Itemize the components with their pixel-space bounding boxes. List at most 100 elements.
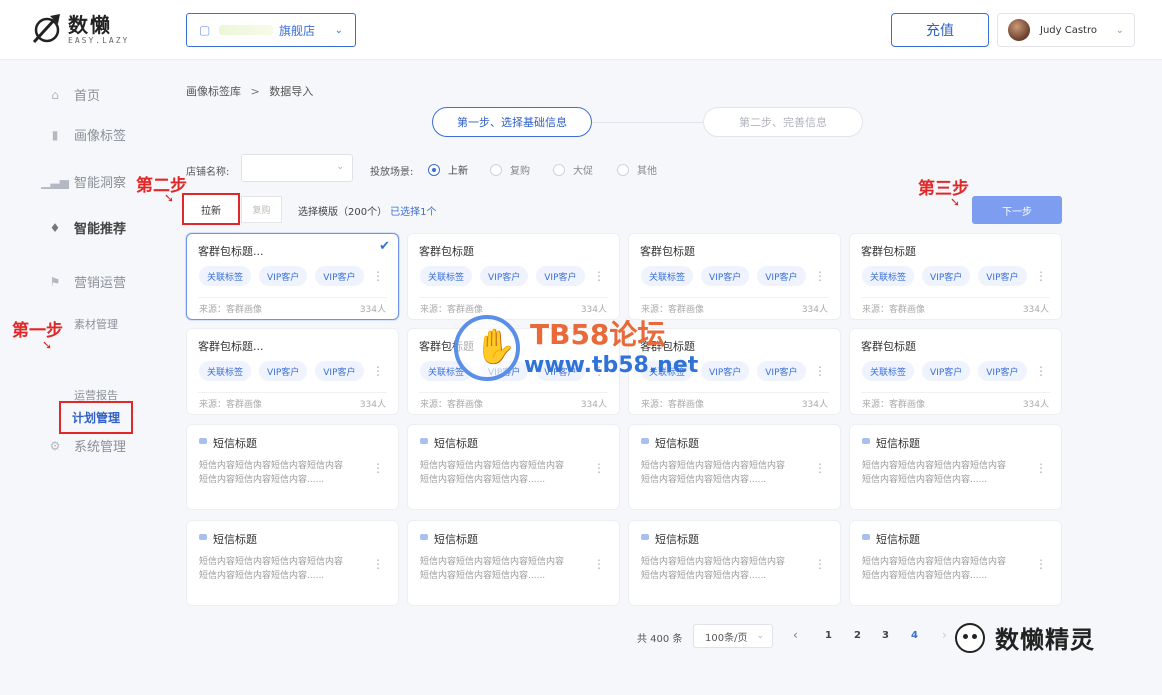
template-count: 选择模版（200个） 已选择1个 bbox=[298, 203, 436, 218]
crowd-card[interactable]: 客群包标题 关联标签 VIP客户 VIP客户 ⋮ 来源：客群画像 334人 bbox=[628, 328, 841, 415]
page-3[interactable]: 3 bbox=[882, 630, 889, 641]
page-1[interactable]: 1 bbox=[825, 630, 832, 641]
thumbs-up-icon: ♦ bbox=[49, 220, 61, 235]
sms-card[interactable]: 短信标题 短信内容短信内容短信内容短信内容 短信内容短信内容短信内容...... … bbox=[628, 424, 841, 510]
breadcrumb: 画像标签库 > 数据导入 bbox=[186, 83, 313, 99]
message-icon bbox=[199, 438, 207, 444]
sms-body: 短信内容短信内容短信内容短信内容 短信内容短信内容短信内容...... bbox=[641, 557, 786, 581]
recharge-button[interactable]: 充值 bbox=[891, 13, 989, 47]
tab-repurchase[interactable]: 复购 bbox=[241, 196, 282, 223]
sms-body: 短信内容短信内容短信内容短信内容 短信内容短信内容短信内容...... bbox=[420, 557, 565, 581]
more-vertical-icon[interactable]: ⋮ bbox=[593, 557, 605, 571]
scene-label: 投放场景: bbox=[370, 167, 414, 178]
prev-page-icon[interactable]: ‹ bbox=[793, 628, 798, 642]
tag: 关联标签 bbox=[199, 266, 252, 286]
card-title: 客群包标题 bbox=[419, 245, 474, 258]
card-count: 334人 bbox=[801, 305, 828, 315]
template-selected-count[interactable]: 已选择1个 bbox=[390, 207, 436, 218]
user-menu[interactable]: Judy Castro ⌄ bbox=[997, 13, 1135, 47]
radio-label: 上新 bbox=[448, 166, 468, 177]
scene-radio-new[interactable]: 上新 bbox=[428, 162, 468, 177]
avatar bbox=[1008, 19, 1030, 41]
sidebar-item-system[interactable]: ⚙ 系统管理 bbox=[48, 436, 126, 456]
scene-radio-other[interactable]: 其他 bbox=[617, 162, 657, 177]
card-title: 客群包标题... bbox=[198, 340, 264, 353]
step-complete-info[interactable]: 第二步、完善信息 bbox=[703, 107, 863, 137]
more-vertical-icon[interactable]: ⋮ bbox=[372, 461, 384, 475]
breadcrumb-separator: > bbox=[250, 85, 260, 98]
radio-label: 大促 bbox=[573, 166, 593, 177]
breadcrumb-root[interactable]: 画像标签库 bbox=[186, 85, 241, 98]
page-4[interactable]: 4 bbox=[911, 630, 918, 641]
more-vertical-icon[interactable]: ⋮ bbox=[814, 461, 826, 475]
tab-acquisition[interactable]: 拉新 bbox=[182, 193, 240, 225]
sidebar-item-recommend[interactable]: ♦ 智能推荐 bbox=[48, 218, 126, 238]
sidebar-sub-material[interactable]: 素材管理 bbox=[74, 316, 118, 332]
store-select[interactable]: ▢ 旗舰店 ⌄ bbox=[186, 13, 356, 47]
scene-radio-repurchase[interactable]: 复购 bbox=[490, 162, 530, 177]
crowd-card[interactable]: 客群包标题 关联标签 VIP客户 VIP客户 ⋮ 来源：客群画像 334人 bbox=[849, 328, 1062, 415]
more-vertical-icon[interactable]: ⋮ bbox=[1035, 364, 1047, 378]
more-vertical-icon[interactable]: ⋮ bbox=[593, 269, 605, 283]
tag: VIP客户 bbox=[978, 266, 1027, 286]
card-title: 客群包标题... bbox=[198, 245, 264, 258]
sms-card[interactable]: 短信标题 短信内容短信内容短信内容短信内容 短信内容短信内容短信内容...... … bbox=[186, 520, 399, 606]
chevron-down-icon: ⌄ bbox=[1115, 24, 1124, 36]
more-vertical-icon[interactable]: ⋮ bbox=[372, 557, 384, 571]
message-icon bbox=[420, 534, 428, 540]
card-count: 334人 bbox=[1022, 400, 1049, 410]
more-vertical-icon[interactable]: ⋮ bbox=[593, 364, 605, 378]
crowd-card[interactable]: 客群包标题 关联标签 VIP客户 VIP客户 ⋮ 来源：客群画像 334人 bbox=[849, 233, 1062, 320]
sidebar-sub-plan[interactable]: 计划管理 bbox=[59, 401, 133, 434]
crowd-card[interactable]: 客群包标题 关联标签 VIP客户 VIP客户 ⋮ 来源：客群画像 334人 bbox=[407, 328, 620, 415]
more-vertical-icon[interactable]: ⋮ bbox=[372, 364, 384, 378]
sms-card[interactable]: 短信标题 短信内容短信内容短信内容短信内容 短信内容短信内容短信内容...... … bbox=[407, 520, 620, 606]
more-vertical-icon[interactable]: ⋮ bbox=[814, 557, 826, 571]
crowd-card[interactable]: 客群包标题... 关联标签 VIP客户 VIP客户 ⋮ 来源：客群画像 334人 bbox=[186, 328, 399, 415]
page-2[interactable]: 2 bbox=[854, 630, 861, 641]
sidebar-item-home[interactable]: ⌂ 首页 bbox=[48, 85, 101, 105]
more-vertical-icon[interactable]: ⋮ bbox=[593, 461, 605, 475]
radio-dot bbox=[490, 163, 502, 176]
sms-card[interactable]: 短信标题 短信内容短信内容短信内容短信内容 短信内容短信内容短信内容...... … bbox=[407, 424, 620, 510]
card-count: 334人 bbox=[801, 400, 828, 410]
message-icon bbox=[641, 534, 649, 540]
page-size-value: 100条/页 bbox=[705, 632, 748, 644]
crowd-card[interactable]: 客群包标题... ✔ 关联标签 VIP客户 VIP客户 ⋮ 来源：客群画像 33… bbox=[186, 233, 399, 320]
more-vertical-icon[interactable]: ⋮ bbox=[1035, 461, 1047, 475]
sidebar-item-portrait-tags[interactable]: ▮ 画像标签 bbox=[48, 125, 126, 145]
sidebar-item-marketing[interactable]: ⚑ 营销运营 bbox=[48, 272, 126, 292]
next-page-icon[interactable]: › bbox=[942, 628, 947, 642]
gear-icon: ⚙ bbox=[49, 438, 61, 453]
tag: VIP客户 bbox=[922, 361, 971, 381]
flag-icon: ⚑ bbox=[49, 274, 61, 289]
sidebar-item-insight[interactable]: ▁▃▅ 智能洞察 bbox=[41, 172, 126, 192]
shop-name-label: 店铺名称: bbox=[186, 167, 230, 178]
page-size-select[interactable]: 100条/页 ⌄ bbox=[693, 624, 773, 648]
step-basic-info[interactable]: 第一步、选择基础信息 bbox=[432, 107, 592, 137]
wechat-account-name: 数懒精灵 bbox=[995, 626, 1095, 654]
sms-card[interactable]: 短信标题 短信内容短信内容短信内容短信内容 短信内容短信内容短信内容...... … bbox=[628, 520, 841, 606]
sms-title: 短信标题 bbox=[213, 437, 257, 450]
more-vertical-icon[interactable]: ⋮ bbox=[814, 364, 826, 378]
crowd-card[interactable]: 客群包标题 关联标签 VIP客户 VIP客户 ⋮ 来源：客群画像 334人 bbox=[407, 233, 620, 320]
sms-card[interactable]: 短信标题 短信内容短信内容短信内容短信内容 短信内容短信内容短信内容...... … bbox=[186, 424, 399, 510]
sidebar-sub-report[interactable]: 运营报告 bbox=[74, 387, 118, 403]
radio-label: 复购 bbox=[510, 166, 530, 177]
scene-radio-promo[interactable]: 大促 bbox=[553, 162, 593, 177]
more-vertical-icon[interactable]: ⋮ bbox=[814, 269, 826, 283]
next-step-button[interactable]: 下一步 bbox=[972, 196, 1062, 224]
sms-card[interactable]: 短信标题 短信内容短信内容短信内容短信内容 短信内容短信内容短信内容...... … bbox=[849, 424, 1062, 510]
card-source: 来源：客群画像 bbox=[862, 400, 926, 410]
sidebar-item-label: 首页 bbox=[74, 89, 101, 104]
tag: VIP客户 bbox=[978, 361, 1027, 381]
logo[interactable]: 数懒 EASY.LAZY bbox=[30, 12, 129, 46]
sms-card[interactable]: 短信标题 短信内容短信内容短信内容短信内容 短信内容短信内容短信内容...... … bbox=[849, 520, 1062, 606]
more-vertical-icon[interactable]: ⋮ bbox=[1035, 557, 1047, 571]
shop-name-select[interactable]: ⌄ bbox=[241, 154, 353, 182]
more-vertical-icon[interactable]: ⋮ bbox=[1035, 269, 1047, 283]
more-vertical-icon[interactable]: ⋮ bbox=[372, 269, 384, 283]
template-count-text: 选择模版（200个） bbox=[298, 207, 388, 218]
message-icon bbox=[420, 438, 428, 444]
crowd-card[interactable]: 客群包标题 关联标签 VIP客户 VIP客户 ⋮ 来源：客群画像 334人 bbox=[628, 233, 841, 320]
